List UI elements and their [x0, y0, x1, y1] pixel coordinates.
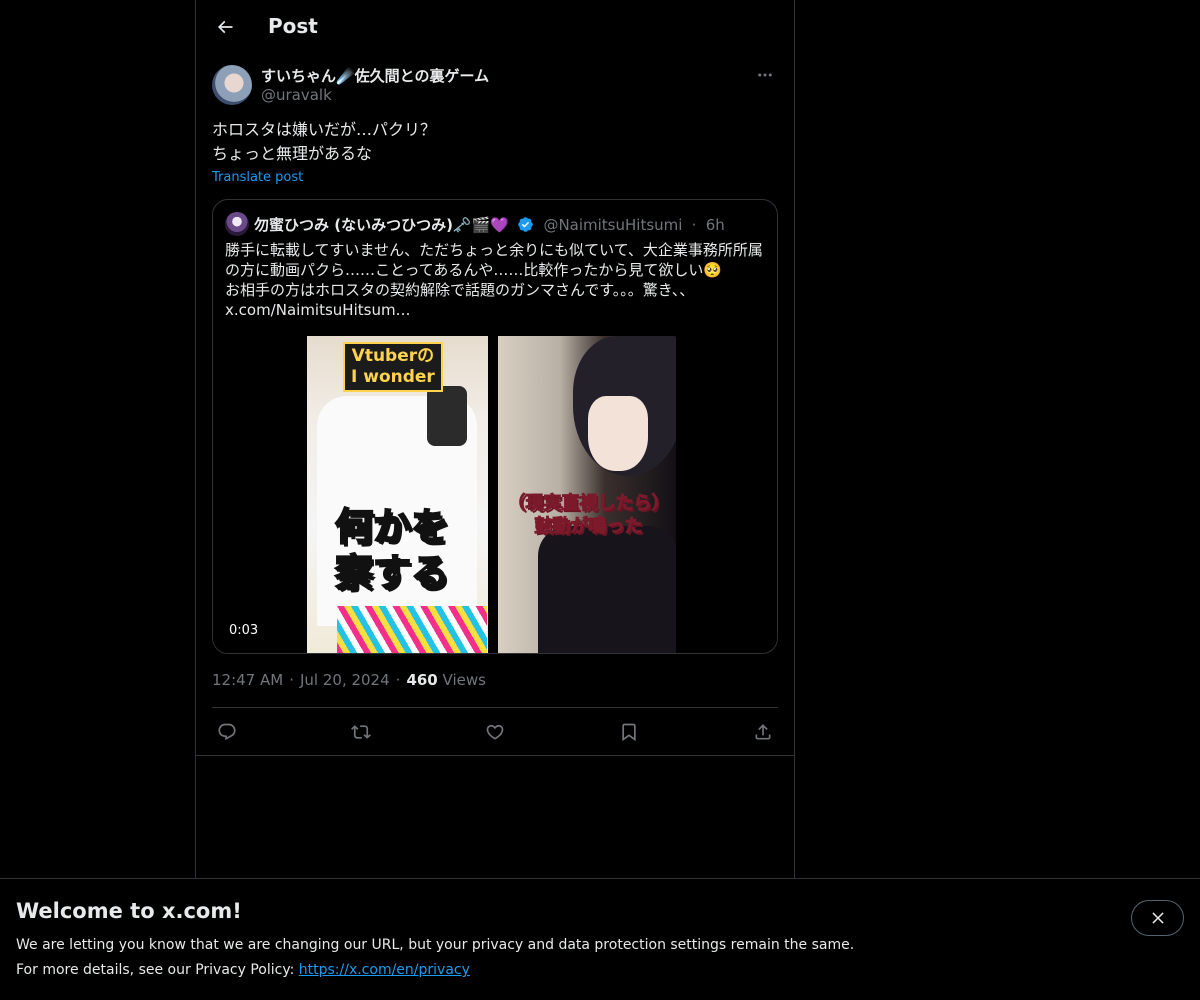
- close-icon: [1151, 912, 1164, 924]
- quote-text-line: 勝手に転載してすいません、ただちょっと余りにも似ていて、大企業事務所所属: [225, 241, 763, 259]
- character-coat: [538, 526, 676, 653]
- post-time[interactable]: 12:47 AM: [212, 671, 283, 689]
- page-header: Post: [196, 0, 794, 53]
- heart-icon: [486, 724, 504, 740]
- video-frame-right: （現実直視したら） 鼓動が鳴った: [498, 336, 676, 653]
- post-author: すいちゃん☄️佐久間との裏ゲーム @uravalk: [212, 64, 778, 106]
- more-icon: [758, 73, 772, 77]
- back-button[interactable]: [208, 10, 242, 44]
- author-name[interactable]: すいちゃん☄️佐久間との裏ゲーム: [261, 65, 489, 86]
- page-title: Post: [268, 14, 318, 38]
- repost-icon: [351, 725, 371, 739]
- reply-button[interactable]: [215, 720, 239, 744]
- post-metadata: 12:47 AM · Jul 20, 2024 · 460 Views: [212, 671, 486, 689]
- repost-button[interactable]: [349, 720, 373, 744]
- post-text-line: ホロスタは嫌いだが…パクリ？: [212, 120, 437, 139]
- post-text-line: ちょっと無理があるな: [212, 144, 373, 163]
- character-face: [588, 396, 648, 471]
- quote-author-handle: @NaimitsuHitsumi: [543, 216, 683, 234]
- quote-author: 勿蜜ひつみ (ないみつひつみ)🗝️🎬💜 @NaimitsuHitsumi · 6…: [254, 214, 725, 235]
- post-date[interactable]: Jul 20, 2024: [300, 671, 390, 689]
- video-caption-right: （現実直視したら） 鼓動が鳴った: [507, 493, 670, 538]
- main-column: Post すいちゃん☄️佐久間との裏ゲーム @uravalk ホロスタは嫌いだが…: [195, 0, 795, 1000]
- banner-message: We are letting you know that we are chan…: [16, 937, 855, 953]
- divider: [196, 755, 794, 756]
- more-options-button[interactable]: [752, 64, 778, 86]
- quote-avatar: [225, 212, 249, 236]
- share-button[interactable]: [751, 720, 775, 744]
- quote-author-name: 勿蜜ひつみ (ないみつひつみ)🗝️🎬💜: [254, 216, 509, 234]
- banner-title: Welcome to x.com!: [16, 899, 242, 923]
- quote-text: 勝手に転載してすいません、ただちょっと余りにも似ていて、大企業事務所所属 の方に…: [225, 240, 765, 320]
- pattern-decoration: [337, 606, 487, 653]
- quoted-post[interactable]: 勿蜜ひつみ (ないみつひつみ)🗝️🎬💜 @NaimitsuHitsumi · 6…: [212, 199, 778, 654]
- author-handle[interactable]: @uravalk: [261, 86, 332, 104]
- reply-icon: [218, 723, 236, 741]
- welcome-banner: Welcome to x.com! We are letting you kno…: [0, 878, 1200, 1000]
- bookmark-icon: [622, 723, 636, 742]
- arrow-left-icon: [217, 20, 233, 34]
- video-player[interactable]: Vtuberの I wonder 何かを 察する （現実直視したら） 鼓動が鳴っ…: [213, 336, 777, 653]
- quote-age: 6h: [705, 216, 725, 234]
- verified-badge-icon: [518, 217, 533, 232]
- action-bar: [212, 707, 778, 755]
- share-icon: [755, 724, 771, 740]
- translate-post-link[interactable]: Translate post: [212, 170, 303, 185]
- separator-dot: ·: [691, 216, 697, 234]
- video-badge: Vtuberの I wonder: [343, 342, 443, 392]
- separator-dot: ·: [395, 671, 401, 689]
- like-button[interactable]: [483, 720, 507, 744]
- close-banner-button[interactable]: [1131, 900, 1184, 936]
- banner-privacy-note: For more details, see our Privacy Policy…: [16, 962, 470, 978]
- quote-text-line: お相手の方はホロスタの契約解除で話題のガンマさんです。。。驚き、、: [225, 281, 695, 299]
- post-text: ホロスタは嫌いだが…パクリ？ ちょっと無理があるな: [212, 118, 778, 166]
- privacy-policy-link[interactable]: https://x.com/en/privacy: [299, 962, 470, 978]
- quote-text-line: の方に動画パクら……ことってあるんや……比較作ったから見て欲しい🥺: [225, 261, 723, 279]
- views-count: 460: [406, 671, 438, 689]
- video-timer: 0:03: [225, 622, 263, 639]
- quote-text-link[interactable]: x.com/NaimitsuHitsum…: [225, 300, 765, 320]
- video-frame-left: Vtuberの I wonder 何かを 察する: [307, 336, 488, 653]
- character-neck: [427, 386, 467, 446]
- views-label: Views: [442, 671, 486, 689]
- bookmark-button[interactable]: [617, 720, 641, 744]
- avatar[interactable]: [212, 65, 252, 105]
- video-caption-left: 何かを 察する: [334, 504, 450, 596]
- separator-dot: ·: [289, 671, 294, 689]
- banner-privacy-text: For more details, see our Privacy Policy…: [16, 962, 299, 978]
